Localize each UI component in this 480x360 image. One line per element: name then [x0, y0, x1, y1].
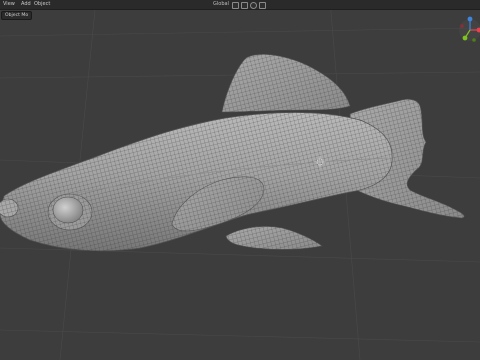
gizmo-z-axis[interactable] — [467, 16, 473, 22]
menu-object[interactable]: Object — [34, 1, 50, 8]
overlay-icon[interactable] — [259, 2, 266, 9]
3d-viewport[interactable]: View Add Object Global Object Mo — [0, 0, 480, 360]
proportional-edit-icon[interactable] — [241, 2, 248, 9]
fish-snout — [0, 198, 19, 218]
magnet-icon[interactable] — [232, 2, 239, 9]
menu-view[interactable]: View — [3, 1, 15, 8]
viewport-scene[interactable] — [0, 0, 480, 360]
anal-fin — [225, 226, 323, 250]
navigation-gizmo[interactable] — [458, 16, 480, 46]
menu-add[interactable]: Add — [21, 1, 31, 8]
transform-orientation-dropdown[interactable]: Global — [213, 1, 229, 8]
gizmo-y-axis[interactable] — [462, 35, 468, 41]
dorsal-fin — [221, 54, 351, 113]
pivot-icon[interactable] — [250, 2, 257, 9]
fish-eye — [47, 193, 93, 231]
mode-selector[interactable]: Object Mo — [1, 11, 33, 20]
viewport-header: View Add Object Global — [0, 0, 480, 10]
